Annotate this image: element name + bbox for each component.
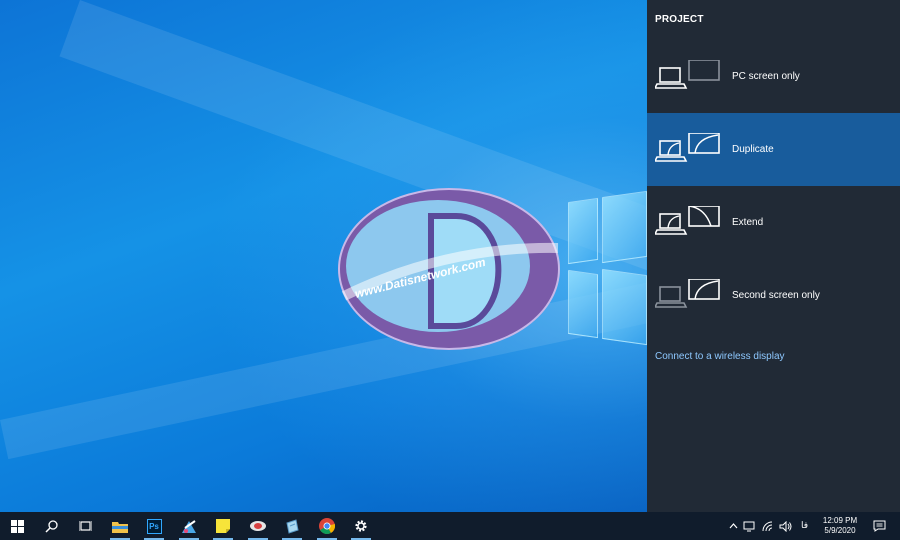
clock-time: 12:09 PM [822, 516, 858, 525]
option-duplicate[interactable]: Duplicate [647, 113, 900, 186]
taskbar: Ps فا 12:09 PM 5/9/2020 [0, 512, 900, 540]
project-panel: PROJECT PC screen only Duplicate Extend … [647, 0, 900, 512]
settings-icon [355, 520, 367, 532]
chrome-icon [319, 518, 335, 534]
volume-icon[interactable] [778, 519, 792, 533]
language-indicator[interactable]: فا [801, 520, 808, 531]
show-hidden-icons-chevron-icon[interactable] [728, 519, 738, 533]
pc-screen-only-icon [653, 59, 723, 92]
extend-icon [653, 205, 723, 238]
connect-wireless-display-link[interactable]: Connect to a wireless display [655, 351, 785, 362]
search-button[interactable] [34, 512, 68, 540]
option-label: PC screen only [732, 71, 800, 82]
photoshop-icon: Ps [146, 518, 162, 534]
windows-logo-pane [602, 268, 647, 346]
datisnetwork-logo: D www.Datisnetwork.com [336, 186, 562, 352]
option-label: Extend [732, 217, 764, 228]
taskbar-photoshop[interactable]: Ps [137, 512, 171, 540]
option-extend[interactable]: Extend [647, 186, 900, 259]
windows-logo-pane [602, 190, 647, 264]
duplicate-icon [653, 132, 723, 165]
task-view-button[interactable] [68, 512, 102, 540]
notifications-icon[interactable] [872, 519, 886, 533]
search-icon [44, 519, 58, 533]
panel-title: PROJECT [655, 14, 704, 25]
wifi-icon[interactable] [761, 519, 775, 533]
clock-date: 5/9/2020 [824, 526, 856, 535]
taskbar-chrome[interactable] [310, 512, 344, 540]
taskbar-notepad-app[interactable] [275, 512, 309, 540]
sticky-notes-icon [216, 519, 230, 533]
tray-app-icon[interactable] [742, 519, 756, 533]
taskbar-sticky-notes[interactable] [206, 512, 240, 540]
taskbar-settings[interactable] [344, 512, 378, 540]
second-screen-only-icon [653, 278, 723, 311]
photoshop-label: Ps [149, 521, 159, 531]
paint-app-icon [182, 519, 196, 533]
taskbar-browser-app[interactable] [241, 512, 275, 540]
notepad-app-icon [285, 518, 299, 534]
browser-app-icon [250, 521, 266, 531]
taskbar-paint-app[interactable] [172, 512, 206, 540]
start-icon [10, 519, 24, 533]
start-button[interactable] [0, 512, 34, 540]
task-view-icon [78, 520, 92, 531]
option-pc-screen-only[interactable]: PC screen only [647, 40, 900, 113]
file-explorer-icon [112, 521, 128, 533]
option-label: Second screen only [732, 290, 820, 301]
option-second-screen-only[interactable]: Second screen only [647, 259, 900, 332]
windows-logo-pane [568, 197, 598, 265]
system-clock[interactable]: 12:09 PM 5/9/2020 [812, 516, 868, 536]
taskbar-file-explorer[interactable] [103, 512, 137, 540]
windows-logo-pane [568, 269, 598, 339]
option-label: Duplicate [732, 144, 774, 155]
